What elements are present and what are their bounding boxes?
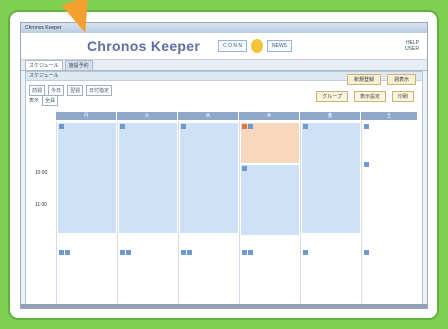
filter-controls: 表示 全員 xyxy=(29,95,59,106)
day-header-wed: 水 xyxy=(178,112,238,120)
event-icon xyxy=(59,250,64,255)
settings-button[interactable]: 表示設定 xyxy=(353,91,386,102)
event-icon xyxy=(181,250,186,255)
event-block[interactable] xyxy=(180,123,238,233)
event-block[interactable] xyxy=(363,161,417,179)
news-button[interactable]: NEWS xyxy=(267,40,293,52)
event-block[interactable] xyxy=(58,249,116,271)
app-header: Chronos Keeper C O N N NEWS HELP USER xyxy=(21,33,427,60)
next-week-button[interactable]: 翌週 xyxy=(67,85,84,96)
event-icon xyxy=(120,250,125,255)
status-bar xyxy=(21,304,427,308)
event-icon xyxy=(364,250,369,255)
schedule-panel: スケジュール 新規登録 週表示 前週 今日 翌週 日付指定 表示 全員 グループ… xyxy=(25,71,423,307)
event-icon xyxy=(242,124,247,129)
day-column xyxy=(117,121,178,305)
event-block[interactable] xyxy=(119,249,177,271)
print-button[interactable]: 印刷 xyxy=(391,91,414,102)
app-window: Chronos Keeper Chronos Keeper C O N N NE… xyxy=(20,22,428,309)
day-header-mon: 月 xyxy=(56,112,116,120)
event-block[interactable] xyxy=(180,249,238,271)
event-block[interactable] xyxy=(302,123,360,233)
event-icon xyxy=(242,166,247,171)
tab-schedule[interactable]: スケジュール xyxy=(25,60,63,70)
event-block[interactable] xyxy=(241,249,299,271)
header-links: HELP USER xyxy=(405,40,419,52)
event-block[interactable] xyxy=(58,123,116,233)
mascot-icon xyxy=(251,39,264,53)
event-block[interactable] xyxy=(302,249,360,271)
event-icon xyxy=(364,124,369,129)
event-icon xyxy=(248,250,253,255)
event-icon xyxy=(242,250,247,255)
group-button[interactable]: グループ xyxy=(316,91,348,102)
day-column xyxy=(300,121,361,305)
event-icon xyxy=(187,250,192,255)
event-icon xyxy=(303,124,308,129)
day-header-tue: 火 xyxy=(117,112,177,120)
day-column xyxy=(239,121,300,305)
event-icon xyxy=(364,162,369,167)
event-icon xyxy=(303,250,308,255)
user-link[interactable]: USER xyxy=(405,46,419,52)
view-label: 表示 xyxy=(29,98,40,104)
day-column xyxy=(178,121,239,305)
event-block[interactable] xyxy=(119,123,177,233)
event-icon xyxy=(59,124,64,129)
header-tools: C O N N NEWS xyxy=(218,39,293,53)
event-icon xyxy=(181,124,186,129)
conn-button[interactable]: C O N N xyxy=(218,40,248,52)
app-logo: Chronos Keeper xyxy=(87,38,201,54)
event-icon xyxy=(126,250,131,255)
tab-bar: スケジュール 施設予約 xyxy=(21,60,427,71)
event-icon xyxy=(248,124,253,129)
day-header-thu: 木 xyxy=(239,112,299,120)
calendar-grid: 月 火 水 木 金 土 10:00 11:00 xyxy=(28,112,420,305)
member-select[interactable]: 全員 xyxy=(42,95,59,106)
date-select-button[interactable]: 日付指定 xyxy=(86,85,113,96)
hour-label-10: 10:00 xyxy=(34,170,48,176)
day-column xyxy=(56,121,117,305)
event-block[interactable] xyxy=(363,249,417,271)
event-block-highlighted[interactable] xyxy=(241,123,299,163)
option-buttons: グループ 表示設定 印刷 xyxy=(316,91,414,102)
hour-label-11: 11:00 xyxy=(34,202,48,208)
event-block[interactable] xyxy=(363,123,417,141)
day-column xyxy=(361,121,418,305)
event-icon xyxy=(65,250,70,255)
day-header-fri: 金 xyxy=(300,112,360,120)
tab-facility[interactable]: 施設予約 xyxy=(64,60,93,70)
window-title: Chronos Keeper xyxy=(25,25,62,31)
day-header-sat: 土 xyxy=(361,112,417,120)
event-block[interactable] xyxy=(241,165,299,235)
event-icon xyxy=(120,124,125,129)
controls: 前週 今日 翌週 日付指定 表示 全員 グループ 表示設定 印刷 xyxy=(26,81,422,106)
